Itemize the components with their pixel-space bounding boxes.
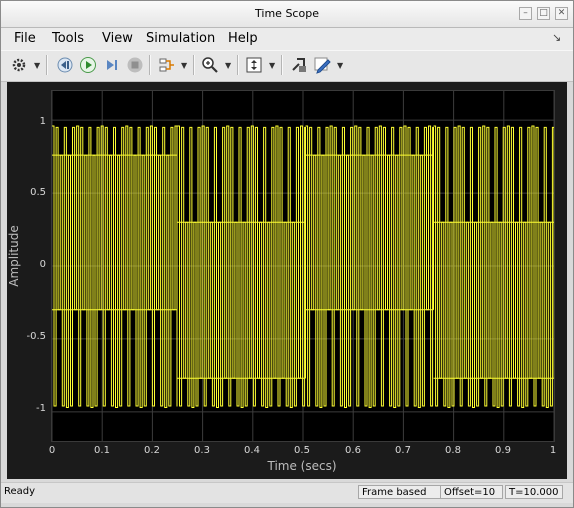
- toolbar: ▼ ▼ ▼ ▼ ▼: [1, 50, 573, 82]
- toolbar-separator: [237, 55, 239, 75]
- x-tick-label: 0: [48, 445, 56, 456]
- undock-icon[interactable]: ↘: [552, 31, 561, 44]
- y-tick-label: -0.5: [26, 331, 46, 342]
- x-tick-label: 0.6: [345, 445, 361, 456]
- toolbar-separator: [46, 55, 48, 75]
- gear-dropdown-icon[interactable]: ▼: [34, 61, 40, 70]
- scope-axes[interactable]: [51, 90, 555, 442]
- highlight-block-icon[interactable]: [289, 55, 309, 75]
- menu-file[interactable]: File: [14, 31, 36, 46]
- x-tick-label: 0.9: [495, 445, 511, 456]
- style-pencil-icon[interactable]: [312, 55, 332, 75]
- x-tick-label: 0.3: [194, 445, 210, 456]
- sample-mode-field: Frame based: [358, 485, 449, 499]
- stop-icon[interactable]: [125, 55, 145, 75]
- zoom-dropdown-icon[interactable]: ▼: [225, 61, 231, 70]
- signal-select-icon[interactable]: [157, 55, 177, 75]
- x-tick-label: 0.2: [144, 445, 160, 456]
- zoom-in-icon[interactable]: [200, 55, 220, 75]
- plot-canvas: [51, 91, 555, 441]
- menu-help[interactable]: Help: [228, 31, 258, 46]
- x-tick-label: 0.5: [294, 445, 310, 456]
- menu-bar: File Tools View Simulation Help ↘: [1, 28, 573, 50]
- scale-axes-icon[interactable]: [244, 55, 264, 75]
- signal-trace-segment: [52, 125, 178, 408]
- status-bar: Ready Frame based Offset=10 T=10.000: [1, 482, 573, 503]
- toolbar-separator: [193, 55, 195, 75]
- scope-display: 1 0.5 0 -0.5 -1 0 0.1 0.2 0.3 0.4 0.5 0.…: [7, 82, 567, 479]
- x-axis-label: Time (secs): [267, 459, 337, 473]
- close-button[interactable]: ✕: [555, 7, 568, 20]
- maximize-button[interactable]: □: [537, 7, 550, 20]
- signal-trace-segment: [177, 125, 306, 408]
- title-bar: Time Scope – □ ✕: [1, 1, 573, 28]
- y-tick-label: 1: [39, 116, 46, 127]
- time-scope-window: Time Scope – □ ✕ File Tools View Simulat…: [0, 0, 574, 508]
- run-icon[interactable]: [78, 55, 98, 75]
- toolbar-separator: [281, 55, 283, 75]
- status-text: Ready: [4, 486, 36, 497]
- offset-field: Offset=10: [440, 485, 503, 499]
- y-tick-label: -1: [36, 403, 46, 414]
- step-forward-icon[interactable]: [102, 55, 122, 75]
- gear-icon[interactable]: [9, 55, 29, 75]
- x-tick-label: 0.7: [395, 445, 411, 456]
- scale-axes-dropdown-icon[interactable]: ▼: [269, 61, 275, 70]
- minimize-button[interactable]: –: [519, 7, 532, 20]
- y-axis-label: Amplitude: [7, 225, 21, 287]
- toolbar-separator: [149, 55, 151, 75]
- x-tick-label: 0.1: [94, 445, 110, 456]
- x-tick-label: 0.4: [244, 445, 260, 456]
- menu-tools[interactable]: Tools: [52, 31, 84, 46]
- signal-trace-segment: [433, 125, 555, 408]
- x-tick-label: 1: [549, 445, 557, 456]
- menu-view[interactable]: View: [102, 31, 133, 46]
- signal-trace-segment: [305, 125, 434, 408]
- time-field: T=10.000: [505, 485, 563, 499]
- y-tick-label: 0.5: [30, 187, 46, 198]
- signal-select-dropdown-icon[interactable]: ▼: [181, 61, 187, 70]
- menu-simulation[interactable]: Simulation: [146, 31, 215, 46]
- style-dropdown-icon[interactable]: ▼: [337, 61, 343, 70]
- step-back-icon[interactable]: [55, 55, 75, 75]
- x-tick-label: 0.8: [445, 445, 461, 456]
- window-title: Time Scope: [255, 7, 319, 20]
